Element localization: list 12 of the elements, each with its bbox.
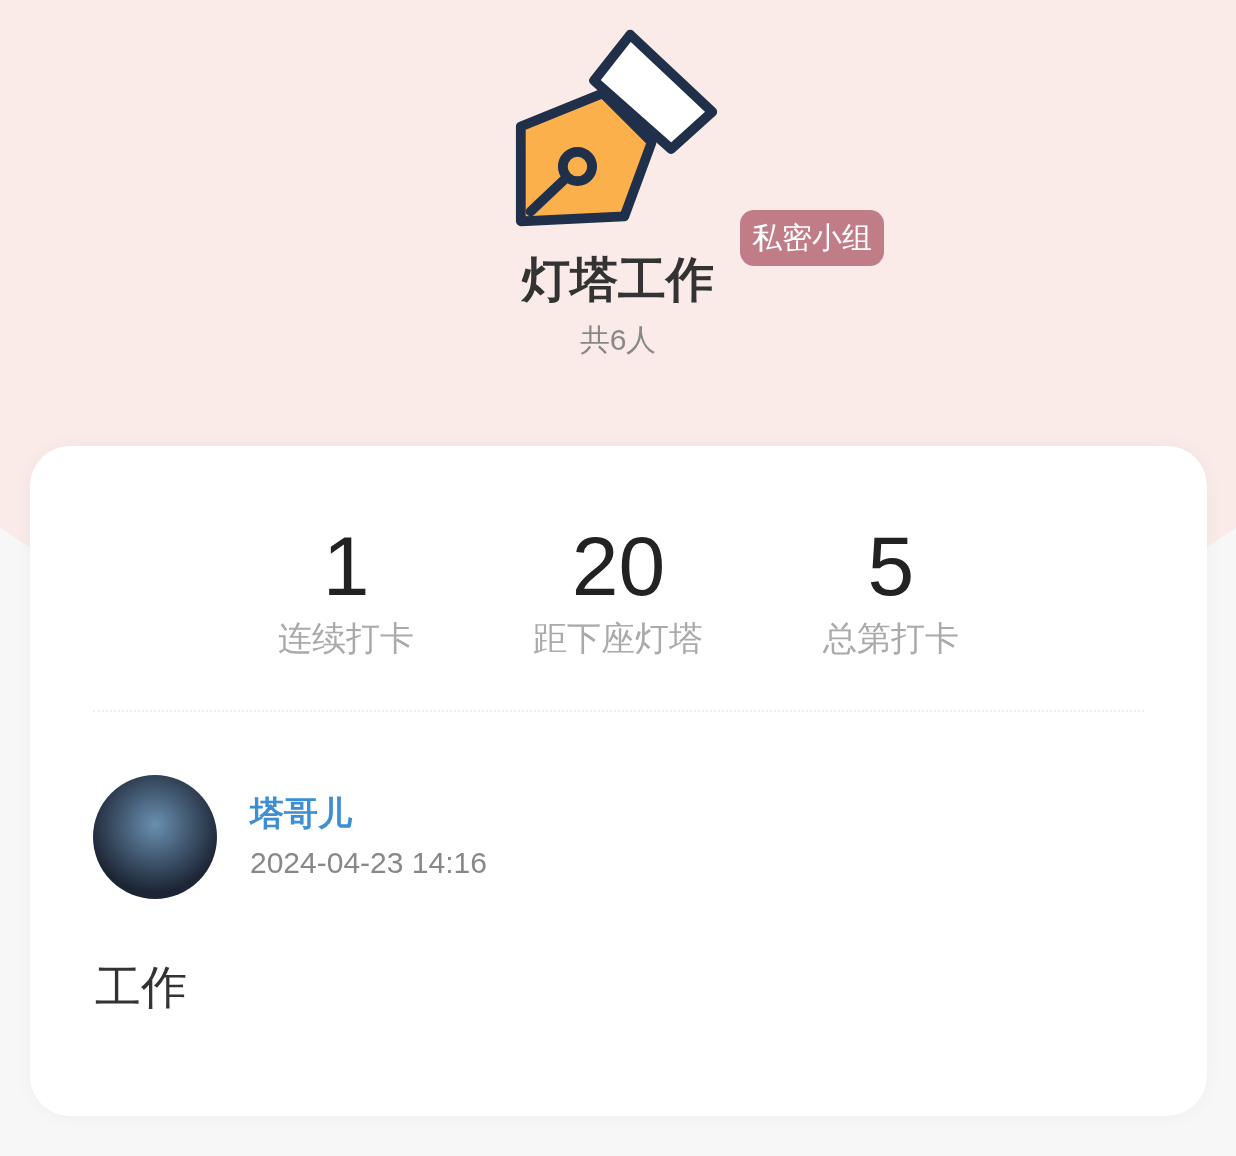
author-name[interactable]: 塔哥儿 [250,791,487,835]
post-content: 工作 [95,960,188,1015]
member-count: 共6人 [579,322,657,358]
post-time: 2024-04-23 14:16 [250,845,487,881]
group-title: 灯塔工作 [522,252,714,308]
stat-value: 5 [867,518,915,614]
stat-value: 1 [322,518,370,614]
stat-label: 连续打卡 [278,618,415,659]
private-group-badge: 私密小组 [740,210,884,266]
stat-label: 总第打卡 [822,618,959,659]
stat-label: 距下座灯塔 [533,618,704,659]
stat-value: 20 [571,518,666,614]
